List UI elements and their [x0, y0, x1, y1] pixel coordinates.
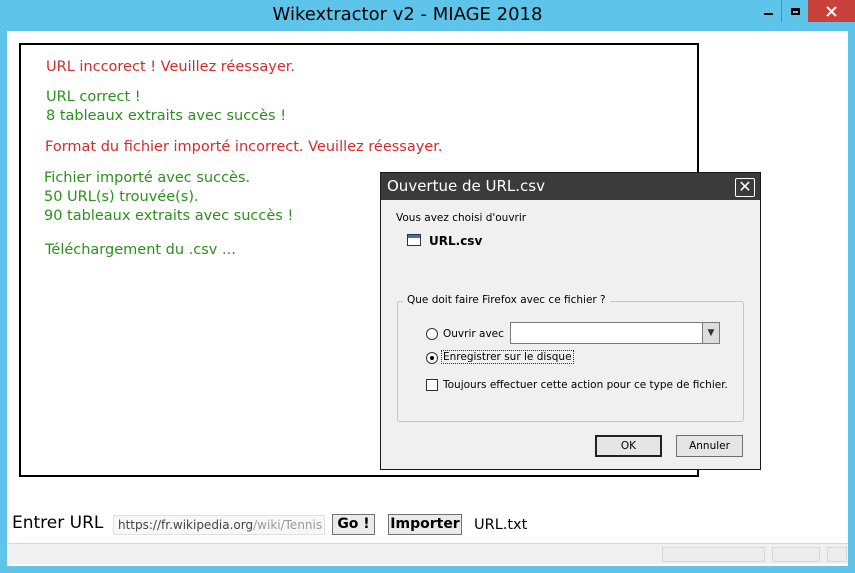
file-icon [407, 234, 421, 246]
title-bar: Wikextractor v2 - MIAGE 2018 [0, 0, 855, 31]
log-message: 50 URL(s) trouvée(s). [44, 189, 199, 205]
minimize-icon [763, 12, 773, 15]
dialog-body: Vous avez choisi d'ouvrir URL.csv Que do… [383, 202, 758, 467]
status-segment [662, 547, 765, 562]
dialog-title: Ouvertue de URL.csv [387, 177, 545, 195]
dialog-close-button[interactable]: ✕ [735, 178, 755, 197]
log-message: URL correct ! [46, 89, 141, 105]
minimize-button[interactable] [755, 0, 781, 22]
url-label: Entrer URL [12, 513, 104, 533]
app-window: Wikextractor v2 - MIAGE 2018 URL inccore… [0, 0, 855, 573]
close-button[interactable] [808, 0, 855, 22]
open-with-radio[interactable] [426, 328, 438, 340]
save-to-disk-label[interactable]: Enregistrer sur le disque [441, 350, 574, 364]
cancel-button[interactable]: Annuler [676, 435, 743, 457]
log-message: Téléchargement du .csv ... [45, 242, 236, 258]
log-message: 90 tableaux extraits avec succès ! [44, 208, 294, 224]
log-message: URL inccorect ! Veuillez réessayer. [46, 59, 296, 75]
window-title: Wikextractor v2 - MIAGE 2018 [272, 4, 543, 25]
chevron-down-icon[interactable]: ▼ [702, 323, 719, 343]
log-message: Fichier importé avec succès. [44, 170, 251, 186]
open-with-label[interactable]: Ouvrir avec [443, 328, 504, 340]
close-icon: ✕ [738, 177, 752, 196]
always-do-this-label[interactable]: Toujours effectuer cette action pour ce … [443, 379, 728, 391]
resize-grip[interactable] [827, 547, 847, 562]
log-message: Format du fichier importé incorrect. Veu… [45, 139, 443, 155]
url-value-host: https://fr.wikipedia.org [118, 518, 254, 532]
save-to-disk-radio[interactable] [426, 352, 438, 364]
imported-file-label: URL.txt [474, 517, 528, 533]
log-message: 8 tableaux extraits avec succès ! [46, 108, 287, 124]
always-do-this-checkbox[interactable] [426, 379, 438, 391]
dialog-title-bar: Ouvertue de URL.csv ✕ [381, 173, 760, 200]
download-dialog: Ouvertue de URL.csv ✕ Vous avez choisi d… [380, 172, 761, 470]
dialog-file-name: URL.csv [429, 234, 483, 248]
action-group-legend: Que doit faire Firefox avec ce fichier ? [403, 294, 610, 306]
status-segment [772, 547, 820, 562]
url-value-path: /wiki/Tennis [253, 518, 323, 532]
open-with-select[interactable]: ▼ [510, 322, 720, 344]
go-button[interactable]: Go ! [332, 514, 375, 535]
maximize-button[interactable] [781, 0, 808, 22]
status-bar [7, 543, 848, 564]
maximize-icon [790, 7, 800, 15]
dialog-intro: Vous avez choisi d'ouvrir [396, 212, 527, 224]
import-button[interactable]: Importer [388, 514, 462, 535]
close-icon [826, 5, 837, 17]
url-input[interactable]: https://fr.wikipedia.org/wiki/Tennis [113, 515, 325, 535]
ok-button[interactable]: OK [595, 435, 662, 457]
